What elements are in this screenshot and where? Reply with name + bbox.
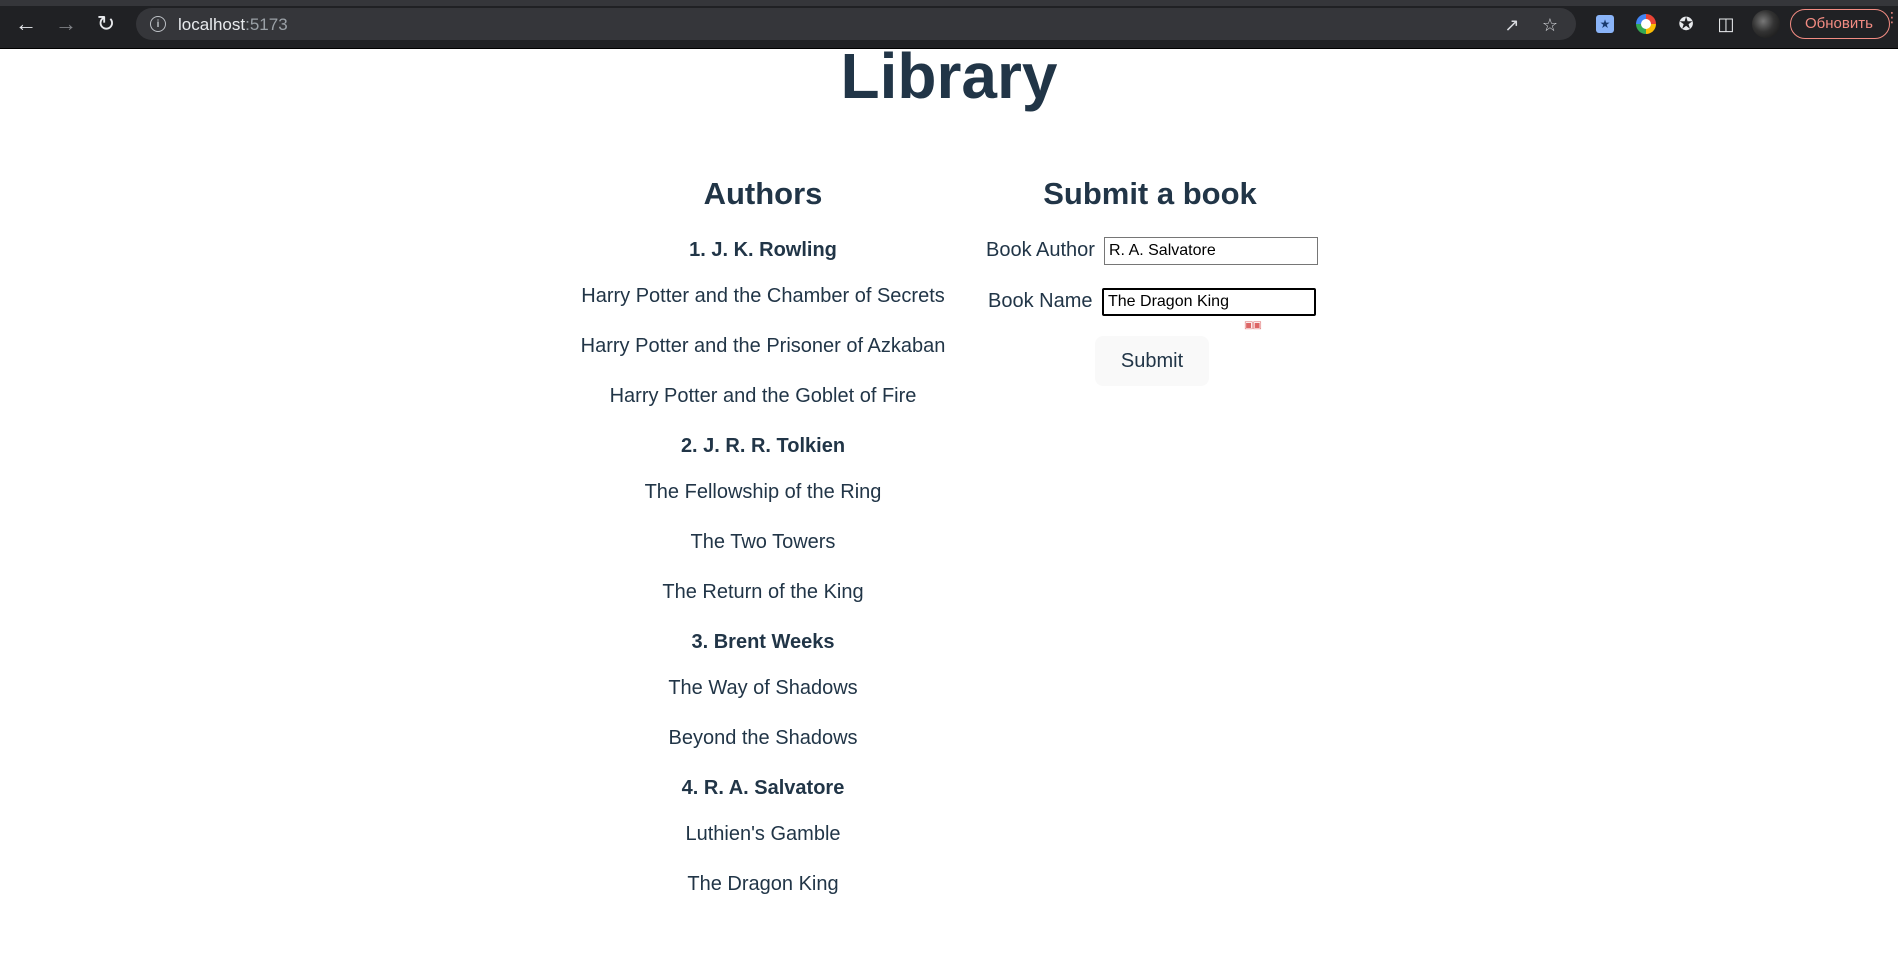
author-name: 4. R. A. Salvatore bbox=[681, 777, 845, 799]
url-text[interactable]: localhost:5173 bbox=[178, 15, 288, 35]
book-title: The Two Towers bbox=[690, 531, 836, 553]
update-browser-button[interactable]: Обновить ⋮ bbox=[1790, 9, 1898, 39]
book-title: The Fellowship of the Ring bbox=[644, 481, 882, 503]
reload-icon[interactable]: ↻ bbox=[90, 10, 122, 38]
authors-section: Authors 1. J. K. Rowling Harry Potter and… bbox=[563, 170, 963, 920]
submit-book-form: Submit a book Book Author Book Name ▣▣ S… bbox=[980, 170, 1320, 386]
book-title: Harry Potter and the Chamber of Secrets bbox=[581, 285, 945, 307]
book-title: Harry Potter and the Goblet of Fire bbox=[609, 385, 917, 407]
submit-button[interactable]: Submit bbox=[1095, 336, 1209, 386]
profile-avatar[interactable] bbox=[1752, 10, 1780, 38]
book-title: The Return of the King bbox=[662, 581, 864, 603]
tab-strip bbox=[0, 0, 1898, 6]
book-author-label: Book Author bbox=[986, 239, 1095, 261]
menu-dots-icon[interactable]: ⋮ bbox=[1885, 10, 1898, 24]
color-extension-icon[interactable] bbox=[1636, 14, 1656, 34]
author-block: 4. R. A. Salvatore Luthien's Gamble The Dr… bbox=[563, 774, 963, 898]
book-title: Luthien's Gamble bbox=[685, 823, 841, 845]
book-title: The Dragon King bbox=[687, 873, 839, 895]
side-panel-icon[interactable]: ◫ bbox=[1714, 12, 1738, 36]
translate-icon: ▣▣ bbox=[1244, 320, 1262, 331]
author-name: 1. J. K. Rowling bbox=[689, 239, 837, 261]
form-heading: Submit a book bbox=[1043, 176, 1257, 211]
site-info-icon[interactable]: i bbox=[150, 16, 166, 32]
bookmark-extension-icon[interactable]: ★ bbox=[1596, 15, 1614, 33]
book-name-label: Book Name bbox=[988, 290, 1093, 312]
author-block: 3. Brent Weeks The Way of Shadows Beyond t… bbox=[563, 628, 963, 752]
author-block: 2. J. R. R. Tolkien The Fellowship of the… bbox=[563, 432, 963, 606]
book-title: Beyond the Shadows bbox=[668, 727, 858, 749]
forward-icon[interactable]: → bbox=[50, 10, 82, 38]
book-title: The Way of Shadows bbox=[668, 677, 858, 699]
book-title: Harry Potter and the Prisoner of Azkaban bbox=[580, 335, 946, 357]
authors-heading: Authors bbox=[703, 176, 823, 211]
book-name-input[interactable] bbox=[1102, 288, 1316, 316]
share-icon[interactable]: ↗ bbox=[1502, 15, 1522, 35]
book-author-input[interactable] bbox=[1104, 237, 1318, 265]
page-title: Library bbox=[840, 40, 1058, 112]
authors-list: 1. J. K. Rowling Harry Potter and the Cha… bbox=[563, 236, 963, 898]
author-name: 3. Brent Weeks bbox=[691, 631, 835, 653]
extensions-puzzle-icon[interactable]: ✪ bbox=[1674, 12, 1698, 36]
back-icon[interactable]: ← bbox=[10, 10, 42, 38]
author-block: 1. J. K. Rowling Harry Potter and the Cha… bbox=[563, 236, 963, 410]
address-bar[interactable]: i localhost:5173 ↗ ☆ bbox=[136, 8, 1576, 40]
bookmark-star-icon[interactable]: ☆ bbox=[1540, 15, 1560, 35]
author-name: 2. J. R. R. Tolkien bbox=[680, 435, 846, 457]
